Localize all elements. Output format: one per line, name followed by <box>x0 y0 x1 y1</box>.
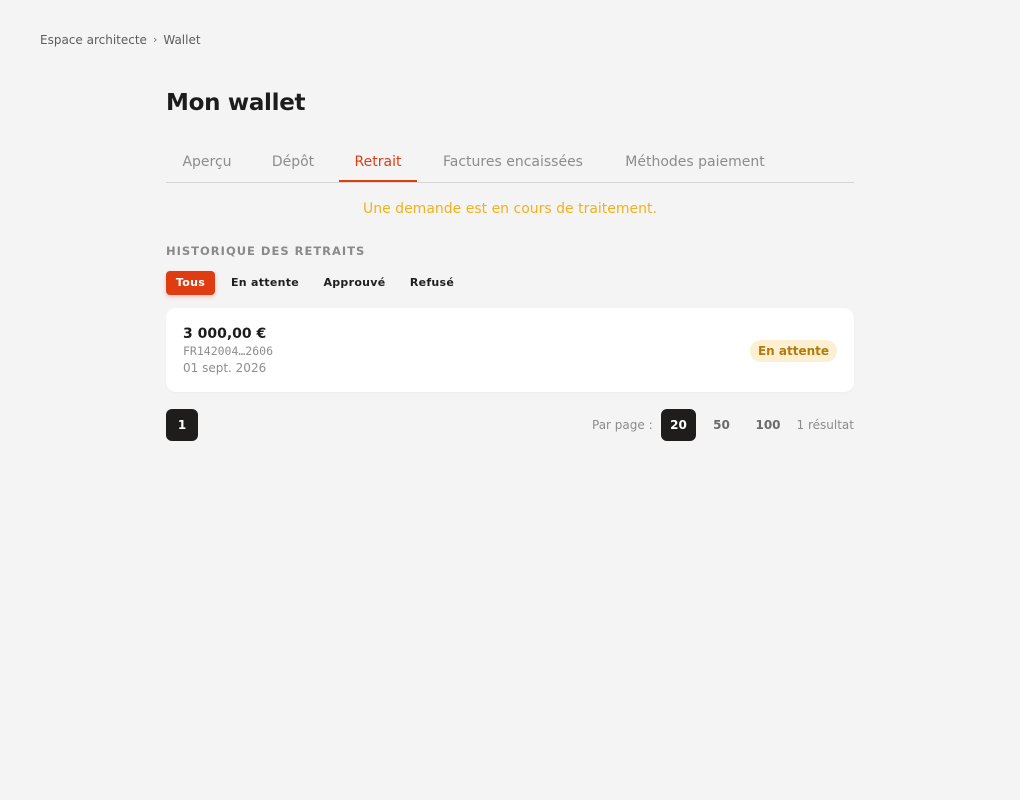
withdrawal-date: 01 sept. 2026 <box>183 361 267 375</box>
per-page-50-button[interactable]: 50 <box>704 409 739 441</box>
tab-apercu[interactable]: Aperçu <box>166 148 248 182</box>
results-count: 1 résultat <box>796 418 854 432</box>
filter-refuse-button[interactable]: Refusé <box>404 271 460 295</box>
filter-approuve-button[interactable]: Approuvé <box>318 271 391 295</box>
filter-tous-button[interactable]: Tous <box>166 271 215 295</box>
per-page-100-button[interactable]: 100 <box>747 409 789 441</box>
breadcrumb: Espace architecte › Wallet <box>40 32 201 48</box>
withdrawal-amount: 3 000,00 € <box>183 326 267 342</box>
breadcrumb-separator-icon: › <box>152 33 158 46</box>
tab-retrait[interactable]: Retrait <box>339 148 417 182</box>
per-page-20-button[interactable]: 20 <box>661 409 696 441</box>
per-page-label: Par page : <box>592 418 653 432</box>
withdrawal-list-item[interactable]: 3 000,00 € FR142004…2606 01 sept. 2026 E… <box>166 308 854 392</box>
breadcrumb-current: Wallet <box>163 33 201 47</box>
tab-methodes-paiement[interactable]: Méthodes paiement <box>610 148 780 182</box>
wallet-tabs: Aperçu Dépôt Retrait Factures encaissées… <box>166 148 854 183</box>
status-badge: En attente <box>749 340 837 362</box>
withdrawal-iban: FR142004…2606 <box>183 344 274 358</box>
page-title: Mon wallet <box>166 90 306 116</box>
pending-request-notice: Une demande est en cours de traitement. <box>363 201 657 217</box>
tab-factures-encaissees[interactable]: Factures encaissées <box>428 148 598 182</box>
page-1-button[interactable]: 1 <box>166 409 198 441</box>
breadcrumb-parent-link[interactable]: Espace architecte <box>40 32 147 48</box>
withdrawal-history-title: HISTORIQUE DES RETRAITS <box>166 244 366 258</box>
tab-depot[interactable]: Dépôt <box>256 148 330 182</box>
filter-en-attente-button[interactable]: En attente <box>226 271 304 295</box>
